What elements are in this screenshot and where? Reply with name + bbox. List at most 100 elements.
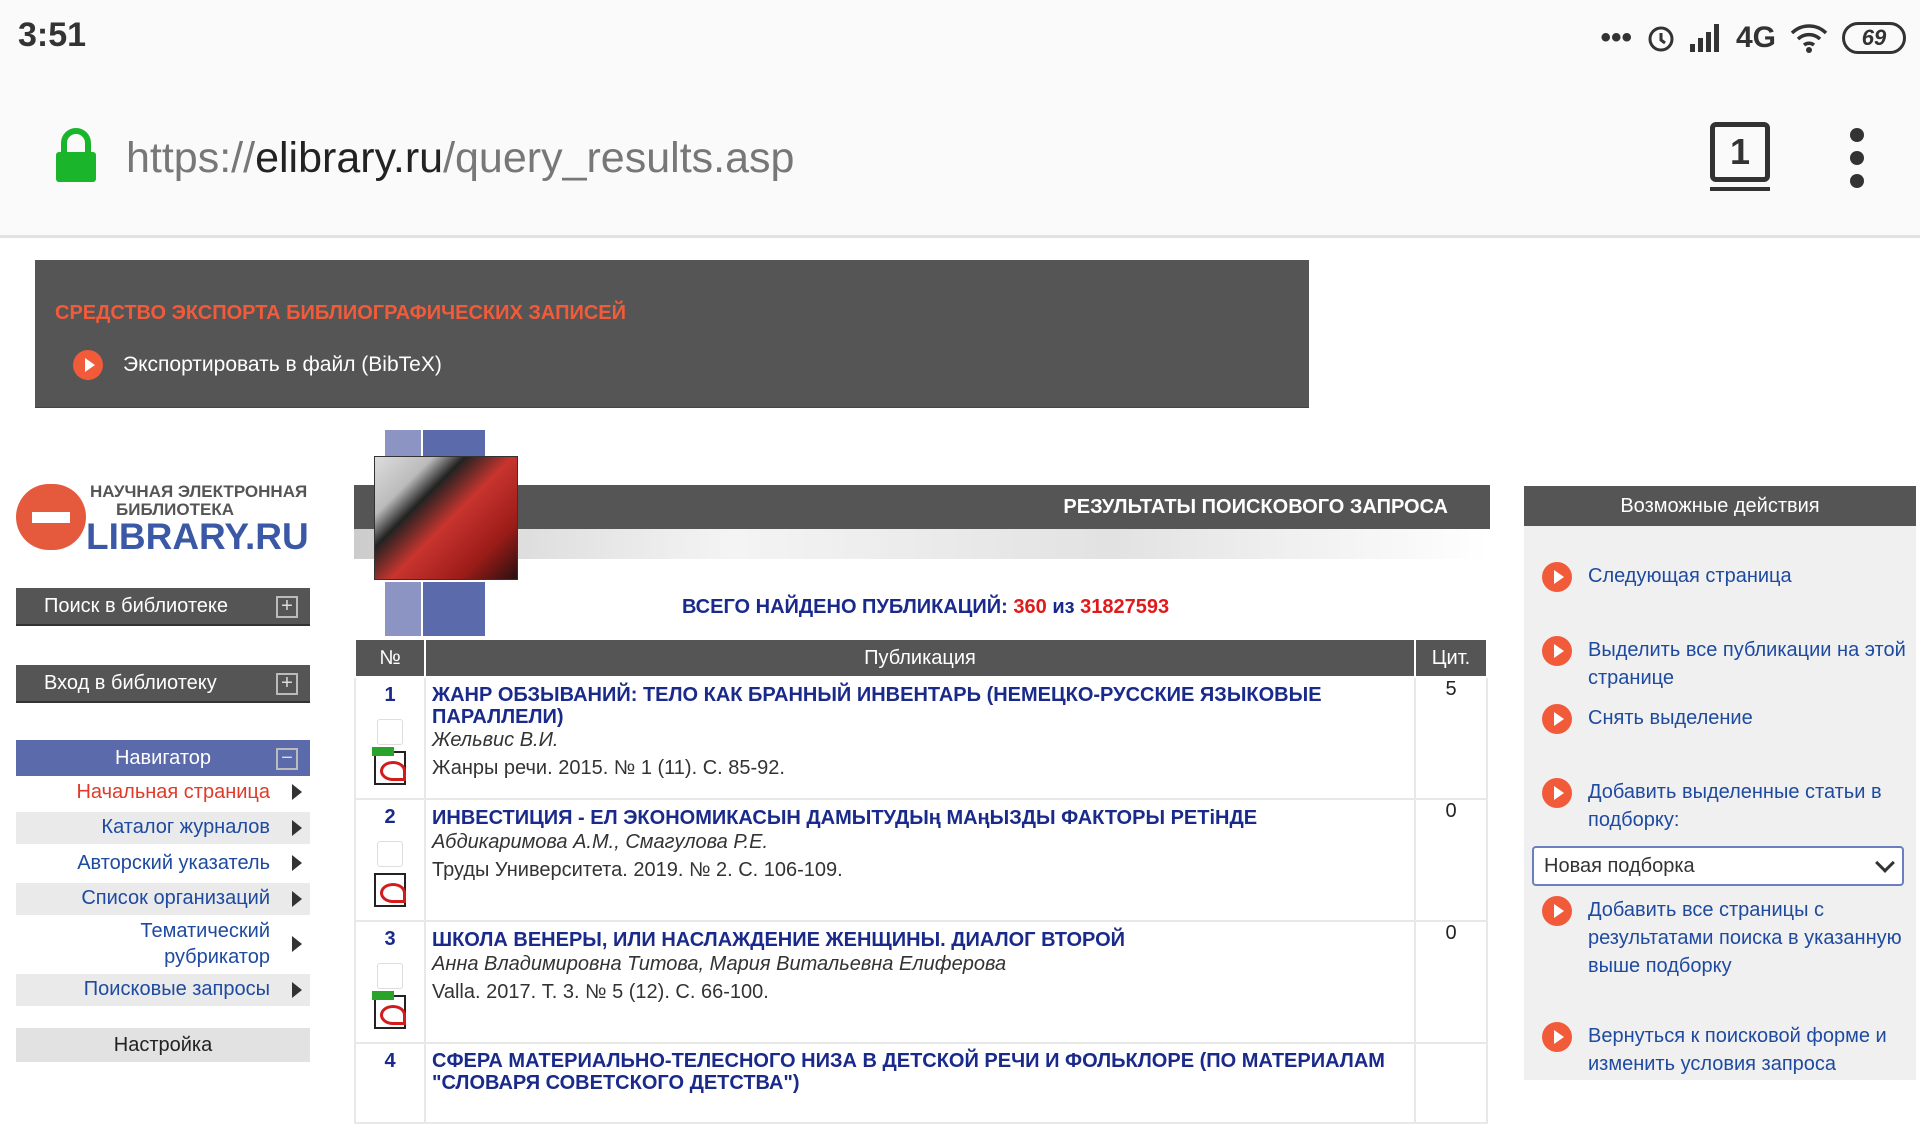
pdf-download-icon[interactable] (372, 747, 406, 785)
navigator-header[interactable]: Навигатор − (16, 740, 310, 778)
nav-item-label: Поисковые запросы (83, 978, 270, 1000)
publication-title-link[interactable]: ИНВЕСТИЦИЯ - ЕЛ ЭКОНОМИКАСЫН ДАМЫТУДЫң М… (432, 806, 1408, 830)
address-bar[interactable]: https://elibrary.ru/query_results.asp (126, 134, 794, 183)
wifi-icon (1790, 24, 1828, 53)
add-all-link[interactable]: Добавить все страницы с результатами пои… (1542, 896, 1912, 980)
export-bibtex-label: Экспортировать в файл (BibTeX) (123, 353, 442, 376)
arrow-bullet-icon (1542, 704, 1572, 734)
table-row: 4 СФЕРА МАТЕРИАЛЬНО-ТЕЛЕСНОГО НИЗА В ДЕТ… (354, 1042, 1488, 1124)
alarm-icon (1648, 26, 1674, 52)
battery-level: 69 (1861, 25, 1887, 50)
table-header-row: № Публикация Цит. (354, 638, 1488, 678)
settings-label: Настройка (113, 1033, 213, 1056)
journal-covers-image (374, 456, 518, 580)
battery-icon: 69 (1842, 22, 1906, 54)
publication-title-link[interactable]: ЖАНР ОБЗЫВАНИЙ: ТЕЛО КАК БРАННЫЙ ИНВЕНТА… (432, 684, 1408, 728)
citation-count: 0 (1414, 798, 1488, 922)
publication-cell: ШКОЛА ВЕНЕРЫ, ИЛИ НАСЛАЖДЕНИЕ ЖЕНЩИНЫ. Д… (424, 920, 1416, 1044)
nav-item-authors[interactable]: Авторский указатель (16, 847, 310, 879)
select-all-link[interactable]: Выделить все публикации на этой странице (1542, 636, 1912, 692)
browser-toolbar: https://elibrary.ru/query_results.asp 1 (0, 72, 1920, 238)
select-checkbox[interactable] (377, 963, 403, 989)
next-page-link[interactable]: Следующая страница (1542, 562, 1912, 592)
nav-item-rubricator[interactable]: Тематический рубрикатор (16, 918, 310, 970)
select-checkbox[interactable] (377, 719, 403, 745)
nav-item-journals[interactable]: Каталог журналов (16, 811, 310, 844)
row-number: 1 (384, 684, 396, 706)
results-gradient-bar (354, 529, 1490, 559)
publication-title-link[interactable]: СФЕРА МАТЕРИАЛЬНО-ТЕЛЕСНОГО НИЗА В ДЕТСК… (432, 1050, 1408, 1094)
chevron-down-icon (1875, 853, 1895, 873)
publication-authors: Анна Владимировна Титова, Мария Витальев… (432, 953, 1007, 975)
pdf-download-icon[interactable] (374, 873, 406, 907)
logo-line1: НАУЧНАЯ ЭЛЕКТРОННАЯ (90, 482, 308, 501)
select-checkbox[interactable] (377, 841, 403, 867)
total-all-count: 31827593 (1080, 596, 1170, 618)
tab-switcher-button[interactable]: 1 (1710, 122, 1770, 191)
search-library-button[interactable]: Поиск в библиотеке + (16, 588, 310, 626)
expand-plus-icon: + (276, 596, 298, 618)
column-citations: Цит. (1414, 638, 1488, 678)
export-bibtex-link[interactable]: Экспортировать в файл (BibTeX) (73, 350, 442, 380)
citation-count: 5 (1414, 676, 1488, 800)
arrow-bullet-icon (1542, 562, 1572, 592)
logo-e-icon (16, 484, 86, 550)
column-publication: Публикация (424, 638, 1416, 678)
collection-select[interactable]: Новая подборка (1532, 846, 1904, 886)
total-found-count: 360 (1013, 596, 1047, 618)
nav-item-queries[interactable]: Поисковые запросы (16, 973, 310, 1006)
nav-item-label: Тематический рубрикатор (140, 920, 270, 968)
publication-authors: Жельвис В.И. (432, 729, 559, 751)
nav-item-organizations[interactable]: Список организаций (16, 882, 310, 915)
row-number-cell: 2 (354, 798, 426, 922)
actions-title: Возможные действия (1620, 494, 1820, 517)
row-number-cell: 4 (354, 1042, 426, 1124)
row-number: 4 (384, 1050, 396, 1072)
actions-panel: Следующая страница Выделить все публикац… (1524, 526, 1916, 1080)
login-library-button[interactable]: Вход в библиотеку + (16, 665, 310, 703)
navigator-label: Навигатор (114, 746, 212, 769)
publication-source[interactable]: Жанры речи. 2015. № 1 (11). С. 85-92. (432, 756, 1408, 780)
arrow-bullet-icon (1542, 636, 1572, 666)
logo-line3: LIBRARY.RU (86, 516, 309, 557)
results-header: РЕЗУЛЬТАТЫ ПОИСКОВОГО ЗАПРОСА (354, 485, 1490, 529)
back-to-search-link[interactable]: Вернуться к поисковой форме и изменить у… (1542, 1022, 1912, 1078)
column-num: № (354, 638, 426, 678)
row-number-cell: 1 (354, 676, 426, 800)
citation-count (1414, 1042, 1488, 1124)
publication-source[interactable]: Труды Университета. 2019. № 2. С. 106-10… (432, 858, 1408, 882)
row-number: 2 (384, 806, 396, 828)
network-type: 4G (1735, 21, 1776, 54)
deselect-link[interactable]: Снять выделение (1542, 704, 1912, 734)
nav-item-label: Начальная страница (76, 780, 270, 803)
collapse-minus-icon: − (276, 748, 298, 770)
citation-count: 0 (1414, 920, 1488, 1044)
total-of: из (1052, 596, 1075, 618)
settings-button[interactable]: Настройка (16, 1028, 310, 1062)
expand-plus-icon: + (276, 673, 298, 695)
navigator-menu: Начальная страница Каталог журналов Авто… (16, 776, 310, 1009)
clock: 3:51 (18, 16, 87, 54)
results-table: № Публикация Цит. 1 ЖАНР ОБЗЫВАНИЙ: ТЕЛО… (354, 638, 1488, 1124)
nav-item-label: Каталог журналов (101, 816, 270, 838)
decor-square (385, 582, 421, 636)
url-scheme: https:// (126, 134, 256, 182)
pdf-download-icon[interactable] (372, 991, 406, 1029)
publication-title-link[interactable]: ШКОЛА ВЕНЕРЫ, ИЛИ НАСЛАЖДЕНИЕ ЖЕНЩИНЫ. Д… (432, 928, 1408, 952)
elibrary-logo[interactable]: НАУЧНАЯ ЭЛЕКТРОННАЯ БИБЛИОТЕКА LIBRARY.R… (16, 476, 312, 557)
add-selected-link[interactable]: Добавить выделенные статьи в подборку: (1542, 778, 1912, 834)
add-selected-label: Добавить выделенные статьи в подборку: (1588, 781, 1882, 831)
url-path: /query_results.asp (443, 134, 795, 182)
back-to-search-label: Вернуться к поисковой форме и изменить у… (1588, 1025, 1887, 1075)
publication-cell: СФЕРА МАТЕРИАЛЬНО-ТЕЛЕСНОГО НИЗА В ДЕТСК… (424, 1042, 1416, 1124)
actions-header: Возможные действия (1524, 486, 1916, 526)
row-number: 3 (384, 928, 396, 950)
arrow-bullet-icon (73, 350, 103, 380)
total-label: ВСЕГО НАЙДЕНО ПУБЛИКАЦИЙ: (682, 596, 1008, 618)
login-library-label: Вход в библиотеку (44, 671, 217, 694)
results-title: РЕЗУЛЬТАТЫ ПОИСКОВОГО ЗАПРОСА (1063, 495, 1448, 518)
browser-menu-icon[interactable] (1846, 128, 1868, 188)
publication-source[interactable]: Valla. 2017. Т. 3. № 5 (12). С. 66-100. (432, 980, 1408, 1004)
nav-item-home[interactable]: Начальная страница (16, 776, 310, 808)
arrow-bullet-icon (1542, 1022, 1572, 1052)
